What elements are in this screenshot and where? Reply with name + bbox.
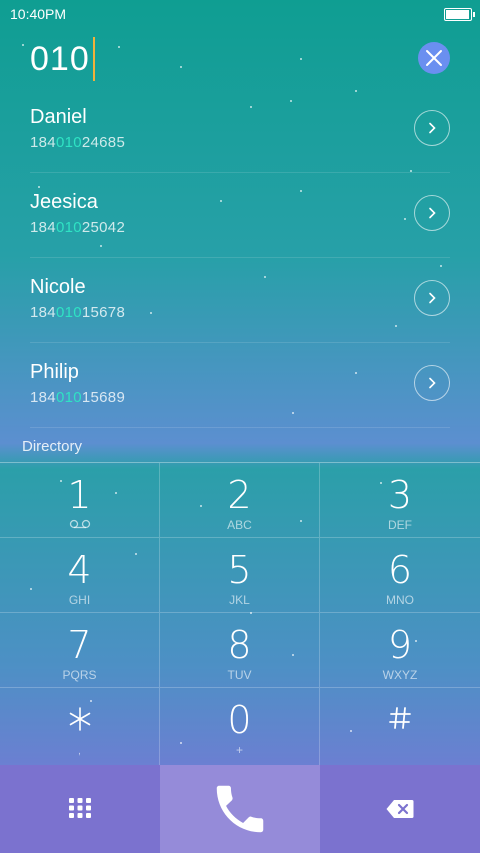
dialpad-icon: [69, 798, 91, 818]
chevron-right-icon: [429, 122, 436, 134]
key-6[interactable]: 6 MNO: [320, 538, 480, 613]
status-bar: 10:40PM: [0, 0, 480, 26]
chevron-right-icon: [429, 292, 436, 304]
contact-name: Nicole: [30, 276, 86, 298]
phone-suffix: 24685: [81, 134, 126, 151]
key-digit: 0: [227, 698, 252, 742]
key-5[interactable]: 5 JKL: [160, 538, 320, 613]
delete-digit-button[interactable]: [320, 765, 480, 853]
key-3[interactable]: 3 DEF: [320, 463, 480, 538]
contact-row[interactable]: Jeesica 18401025042: [30, 173, 450, 258]
key-letters: ABC: [227, 518, 252, 532]
phone-suffix: 15689: [81, 389, 126, 406]
key-digit: 2: [227, 473, 252, 517]
dial-number-input[interactable]: 010: [30, 36, 95, 82]
contact-detail-button[interactable]: [414, 365, 450, 401]
contact-phone: 18401015689: [30, 389, 125, 406]
key-8[interactable]: 8 TUV: [160, 613, 320, 688]
text-caret: [92, 37, 95, 81]
call-button[interactable]: [160, 765, 320, 853]
key-letters: WXYZ: [382, 668, 418, 682]
key-2[interactable]: 2 ABC: [160, 463, 320, 538]
contact-phone: 18401024685: [30, 134, 125, 151]
contact-row[interactable]: Daniel 18401024685: [30, 88, 450, 173]
key-digit: 6: [387, 548, 413, 592]
battery-level-fill: [446, 10, 469, 19]
dialer-action-bar: [0, 765, 480, 853]
key-letters: ,: [78, 746, 81, 757]
contact-phone: 18401015678: [30, 304, 125, 321]
chevron-right-icon: [429, 207, 436, 219]
status-time: 10:40PM: [10, 6, 67, 22]
phone-match: 010: [55, 304, 82, 321]
key-digit: 5: [227, 548, 252, 592]
key-letters: TUV: [227, 668, 252, 682]
directory-section-label: Directory: [22, 438, 83, 455]
contact-detail-button[interactable]: [414, 195, 450, 231]
dialpad-toggle-button[interactable]: [0, 765, 160, 853]
clear-input-button[interactable]: [418, 42, 450, 74]
hash-icon: [389, 707, 411, 729]
contact-suggestions-list: Daniel 18401024685 Jeesica 18401025042 N…: [0, 88, 480, 428]
key-star[interactable]: ,: [0, 688, 160, 765]
key-9[interactable]: 9 WXYZ: [320, 613, 480, 688]
key-letters: GHI: [68, 593, 91, 607]
phone-prefix: 184: [30, 304, 56, 321]
key-digit: 3: [387, 473, 413, 517]
close-icon: [426, 50, 442, 66]
contact-name: Daniel: [30, 106, 87, 128]
key-letters: MNO: [386, 593, 414, 607]
key-digit: 8: [227, 623, 252, 667]
contact-detail-button[interactable]: [414, 110, 450, 146]
key-hash[interactable]: [320, 688, 480, 765]
key-letters: DEF: [388, 518, 412, 532]
phone-suffix: 25042: [81, 219, 126, 236]
battery-icon: [444, 8, 475, 21]
key-0[interactable]: 0 +: [160, 688, 320, 765]
key-4[interactable]: 4 GHI: [0, 538, 160, 613]
key-1[interactable]: 1: [0, 463, 160, 538]
chevron-right-icon: [429, 377, 436, 389]
voicemail-icon: [69, 519, 90, 529]
contact-detail-button[interactable]: [414, 280, 450, 316]
backspace-icon: [386, 800, 414, 818]
phone-icon: [216, 785, 264, 833]
phone-prefix: 184: [30, 219, 56, 236]
phone-match: 010: [55, 389, 82, 406]
phone-suffix: 15678: [81, 304, 126, 321]
dial-keypad: 1 2 ABC 3 DEF 4 GHI 5 JKL 6 MNO 7 PQRS 8…: [0, 462, 480, 765]
key-7[interactable]: 7 PQRS: [0, 613, 160, 688]
phone-match: 010: [55, 134, 82, 151]
key-letters: +: [235, 743, 243, 757]
key-letters: PQRS: [62, 668, 97, 682]
dialed-number: 010: [30, 39, 90, 78]
phone-match: 010: [55, 219, 82, 236]
contact-row[interactable]: Philip 18401015689: [30, 343, 450, 428]
contact-row[interactable]: Nicole 18401015678: [30, 258, 450, 343]
key-digit: 4: [67, 548, 92, 592]
key-digit: 9: [387, 623, 413, 667]
asterisk-icon: [69, 707, 90, 731]
key-digit: 7: [67, 623, 92, 667]
key-digit: 1: [67, 473, 92, 517]
key-letters: JKL: [229, 593, 250, 607]
phone-prefix: 184: [30, 134, 56, 151]
contact-name: Philip: [30, 361, 79, 383]
phone-prefix: 184: [30, 389, 56, 406]
contact-name: Jeesica: [30, 191, 98, 213]
contact-phone: 18401025042: [30, 219, 125, 236]
